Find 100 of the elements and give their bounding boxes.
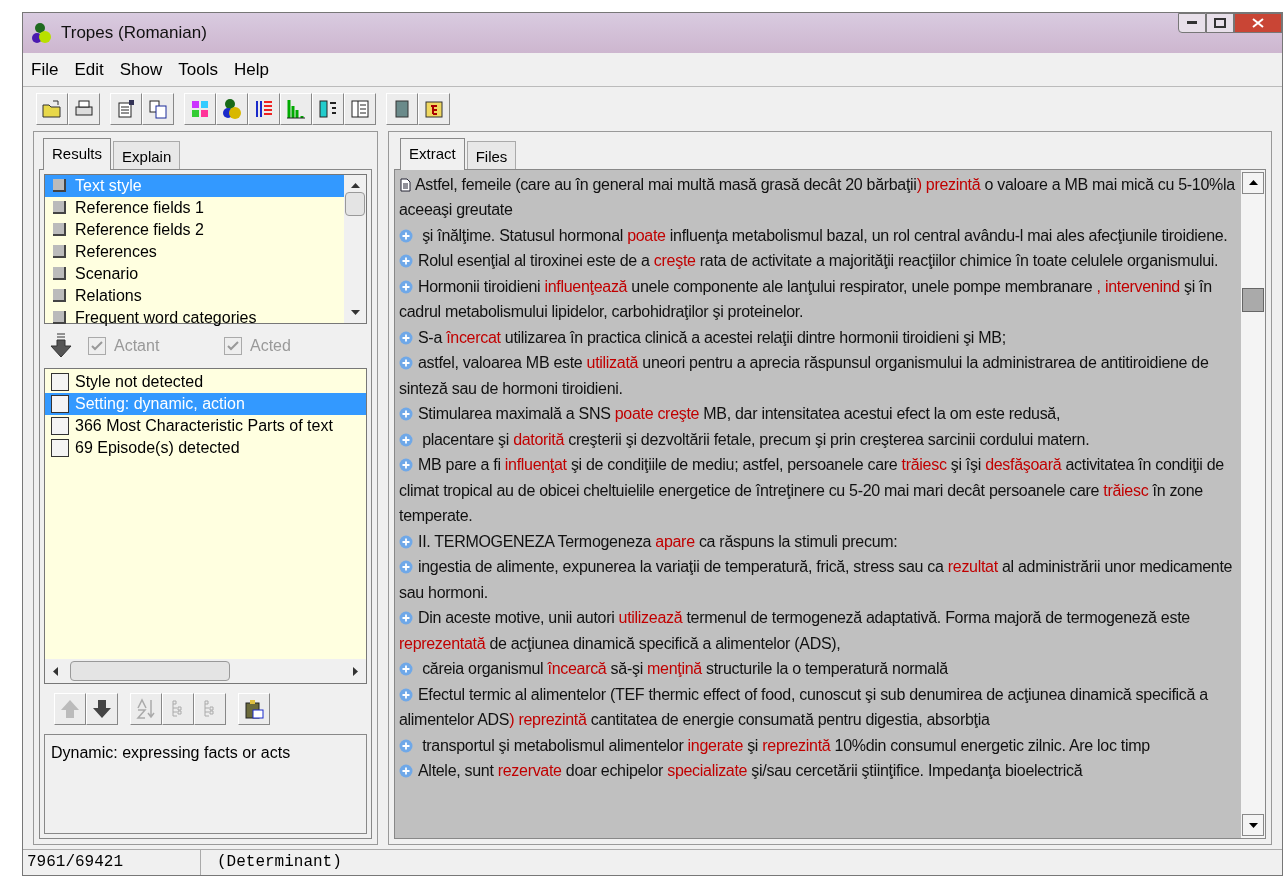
scroll-up-button[interactable]: [1242, 171, 1264, 194]
square-icon: [53, 289, 66, 302]
close-icon: [1252, 18, 1264, 28]
description-text: Dynamic: expressing facts or acts: [51, 744, 291, 761]
extract-paragraph: ingestia de alimente, expunerea la variaţii de temperatură, frică, stress sau ca rezultat al administrării unor medicamente sau hormoni.: [399, 557, 1234, 603]
sort-icon: [135, 698, 157, 720]
scrollbar-thumb[interactable]: [1242, 287, 1264, 312]
plus-circle-icon: [399, 407, 413, 421]
tab[interactable]: Explain: [113, 141, 181, 169]
status-bar-field: 7961/69421: [23, 850, 201, 875]
plus-circle-icon: [399, 254, 413, 268]
tab[interactable]: Extract: [400, 138, 465, 170]
tree-button[interactable]: [194, 693, 226, 725]
document-icon: [115, 98, 137, 120]
tab[interactable]: Files: [466, 141, 517, 169]
extract-paragraph: Hormonii tiroidieni influenţează unele componente ale lanţului respirator, unele pompe membranare , intervenind şi în cadrul metabolismului lipidelor, carbohidraţilor şi proteinelor.: [399, 276, 1213, 322]
list-item[interactable]: Reference fields 1: [45, 196, 344, 219]
checkbox[interactable]: [51, 416, 69, 435]
maximize-button[interactable]: [1206, 13, 1234, 33]
plus-circle-icon: [399, 228, 413, 243]
plus-circle-icon: [399, 458, 413, 472]
menu-item[interactable]: File: [31, 56, 59, 83]
checkbox[interactable]: [51, 394, 69, 413]
plus-circle-icon: [399, 330, 413, 345]
plus-circle-icon: [399, 611, 413, 625]
list-item[interactable]: Reference fields 2: [45, 218, 344, 241]
up-arrow-icon: [59, 698, 81, 720]
close-button[interactable]: [1234, 13, 1282, 33]
grid-icon: [189, 98, 211, 120]
maximize-icon: [1214, 18, 1226, 28]
square-icon: [53, 179, 66, 192]
extract-paragraph: II. TERMOGENEZA Termogeneza apare ca răspuns la stimuli precum:: [399, 528, 1235, 554]
down-triangle-icon: [1248, 822, 1258, 828]
toolbar-button[interactable]: [110, 93, 142, 125]
scroll-down-icon[interactable]: [350, 309, 360, 315]
window-title: Tropes (Romanian): [61, 22, 207, 45]
status-bar-field: (Determinant): [201, 850, 342, 875]
list-item[interactable]: 69 Episode(s) detected: [45, 436, 366, 459]
list-item[interactable]: Style not detected: [45, 370, 366, 393]
tree-button[interactable]: [162, 693, 194, 725]
tab[interactable]: Results: [43, 138, 112, 170]
menu-item[interactable]: Show: [119, 56, 163, 83]
extract-paragraph: şi înălţime. Statusul hormonal poate influenţa metabolismul bazal, un rol central avându-l mai ales afecţiunile tiroidiene.: [399, 222, 1235, 248]
folder-icon: [41, 98, 63, 120]
move-down-button[interactable]: [86, 693, 118, 725]
menu-item[interactable]: Tools: [178, 56, 218, 83]
minimize-icon: [1187, 21, 1197, 25]
scrollbar[interactable]: [1241, 169, 1265, 838]
plus-circle-icon: [399, 687, 413, 702]
extract-paragraph: transportul şi metabolismul alimentelor ingerate şi reprezintă 10%din consumul energetic zilnic. Are loc timp: [399, 732, 1235, 758]
list-item[interactable]: Frequent word categories: [45, 306, 344, 329]
toolbar-button[interactable]: [386, 93, 418, 125]
checkbox[interactable]: [51, 438, 69, 457]
plus-circle-icon: [399, 534, 413, 549]
square-icon: [53, 223, 66, 236]
horizontal-scrollbar[interactable]: [45, 659, 366, 683]
extract-paragraph: MB pare a fi influenţat şi de condiţiile de mediu; astfel, persoanele care trăiesc şi îşi desfăşoară activitatea în condiţii de climat tropical au de obicei cheltuielile energetice de întreţinere cu 5-20 mai mari decât persoanele care trăiesc în zone temperate.: [399, 455, 1225, 526]
scrollbar[interactable]: [344, 174, 366, 323]
square-icon: [53, 311, 66, 324]
list-item[interactable]: Scenario: [45, 262, 344, 285]
circles-icon: [221, 98, 243, 120]
extract-paragraph: Rolul esenţial al tiroxinei este de a creşte rata de activitate a majorităţii reacţiilor chimice în toate celulele organismului.: [399, 248, 1235, 274]
plus-circle-icon: [399, 662, 413, 676]
down-arrow-icon[interactable]: [50, 332, 72, 359]
down-arrow-icon: [91, 698, 113, 720]
lines-icon: [253, 98, 275, 120]
checkbox[interactable]: [51, 372, 69, 391]
scroll-down-button[interactable]: [1242, 814, 1264, 836]
sort-button[interactable]: [130, 693, 162, 725]
list-item[interactable]: 366 Most Characteristic Parts of text: [45, 414, 366, 437]
scroll-right-icon[interactable]: [353, 666, 358, 676]
checkbox-label: Actant: [114, 335, 160, 356]
tree-icon: [317, 98, 339, 120]
menu-item[interactable]: Help: [233, 56, 269, 83]
document-icon: [399, 177, 412, 192]
toolbar-button[interactable]: [312, 93, 344, 125]
list-item[interactable]: Relations: [45, 284, 344, 307]
toolbar-button[interactable]: [248, 93, 280, 125]
plus-circle-icon: [399, 356, 413, 370]
square-icon: [53, 245, 66, 258]
scrollbar-thumb[interactable]: [70, 661, 230, 681]
square-icon: [53, 267, 66, 280]
plus-circle-icon: [399, 764, 413, 778]
list-item[interactable]: References: [45, 240, 344, 263]
minimize-button[interactable]: [1178, 13, 1206, 33]
scrollbar-thumb[interactable]: [345, 191, 365, 216]
extract-paragraph: S-a încercat utilizarea în practica clinică a acestei relaţii dintre hormonii tiroidieni şi MB;: [399, 324, 1235, 350]
toolbar-button[interactable]: [216, 93, 248, 125]
clipboard-icon: [243, 698, 265, 720]
menu-item[interactable]: Edit: [74, 56, 104, 83]
plus-circle-icon: [399, 279, 413, 294]
scroll-up-icon[interactable]: [350, 182, 360, 188]
toolbar-button[interactable]: [418, 93, 450, 125]
plus-circle-icon: [399, 560, 413, 574]
app-logo-icon: [31, 22, 53, 44]
bar-chart-icon: [285, 98, 307, 120]
paste-button[interactable]: [238, 693, 270, 725]
up-triangle-icon: [1248, 180, 1258, 185]
plus-circle-icon: [399, 738, 413, 753]
scroll-left-icon[interactable]: [53, 666, 58, 676]
